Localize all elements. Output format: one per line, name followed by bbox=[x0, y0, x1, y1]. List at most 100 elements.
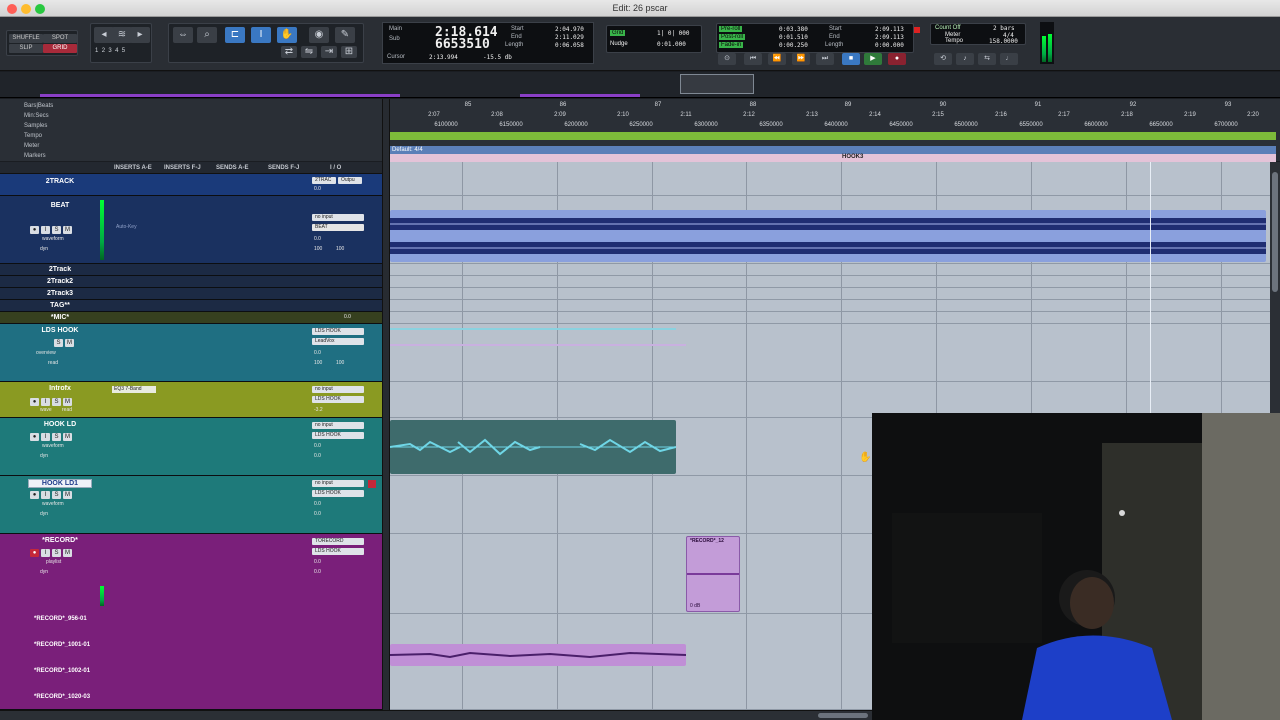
lane-2track[interactable] bbox=[390, 174, 1276, 196]
insert-slot[interactable]: Auto-Key bbox=[116, 224, 137, 230]
track-output[interactable]: BEAT bbox=[312, 224, 364, 231]
tracklist-divider[interactable] bbox=[382, 99, 390, 710]
track-automation[interactable]: dyn bbox=[40, 511, 48, 517]
track-name[interactable]: Introfx bbox=[28, 385, 92, 392]
track-output[interactable]: LDS HOOK bbox=[312, 432, 364, 439]
track-volume[interactable]: 0.0 bbox=[314, 443, 321, 449]
track-output[interactable]: LeadVox bbox=[312, 338, 364, 345]
playlist-lane-name[interactable]: *RECORD*_956-01 bbox=[34, 616, 87, 622]
selection-end-value[interactable]: 2:11.029 bbox=[555, 34, 584, 41]
record-clip-gain[interactable]: 0 dB bbox=[690, 603, 700, 609]
track-tag[interactable]: TAG** bbox=[0, 300, 382, 312]
track-input[interactable]: no input bbox=[312, 480, 364, 487]
track-view[interactable]: waveform bbox=[42, 501, 64, 507]
track-pan-right[interactable]: 100 bbox=[336, 360, 344, 366]
track-name[interactable]: BEAT bbox=[28, 202, 92, 209]
count-off-label[interactable]: Count Off bbox=[935, 25, 961, 31]
zoomer-tool-icon[interactable]: ⇔ bbox=[173, 27, 193, 43]
track-introfx[interactable]: Introfx ● I S M wave read EQ3 7-Band no inp… bbox=[0, 382, 382, 418]
track-name[interactable]: LDS HOOK bbox=[28, 327, 92, 334]
record-enable-button[interactable]: ● bbox=[30, 433, 39, 441]
track-pan[interactable]: 100 bbox=[314, 360, 322, 366]
shuffle-mode-button[interactable]: SHUFFLE bbox=[9, 34, 43, 43]
insert-slot[interactable]: EQ3 7-Band bbox=[112, 386, 156, 393]
track-volume[interactable]: 0.0 bbox=[314, 501, 321, 507]
lds-hook-clip-line[interactable] bbox=[390, 344, 686, 346]
fadein-value[interactable]: 0:00.250 bbox=[779, 42, 808, 49]
track-pan[interactable]: 0.0 bbox=[314, 569, 321, 575]
record-icon[interactable]: ● bbox=[888, 53, 906, 65]
tab-to-transient-icon[interactable]: ⇥ bbox=[321, 46, 337, 58]
mute-button[interactable]: M bbox=[63, 226, 72, 234]
fadein-label[interactable]: Fade-in bbox=[719, 42, 744, 48]
track-output[interactable]: LDS HOOK bbox=[312, 548, 364, 555]
play-icon[interactable]: ▶ bbox=[864, 53, 882, 65]
track-automation[interactable]: read bbox=[62, 407, 72, 413]
track-output[interactable]: LDS HOOK bbox=[312, 490, 364, 497]
record-safe-icon[interactable] bbox=[368, 480, 376, 488]
selection-start-value[interactable]: 2:04.970 bbox=[555, 26, 584, 33]
lane-tag[interactable] bbox=[390, 300, 1276, 312]
zoom-in-icon[interactable]: ▸ bbox=[130, 27, 150, 43]
track-name[interactable]: 2TRACK bbox=[28, 178, 92, 185]
rewind-icon[interactable]: ⏪ bbox=[768, 53, 786, 65]
track-hook-ld[interactable]: HOOK LD ● I S M waveform dyn no input LDS H… bbox=[0, 418, 382, 476]
solo-button[interactable]: S bbox=[52, 491, 61, 499]
track-output[interactable]: LDS HOOK bbox=[312, 396, 364, 403]
track-view[interactable]: waveform bbox=[42, 443, 64, 449]
track-name[interactable]: 2Track2 bbox=[28, 278, 92, 285]
fast-forward-icon[interactable]: ⏩ bbox=[792, 53, 810, 65]
sub-counter-value[interactable]: 6653510 bbox=[435, 37, 490, 52]
zoom-preset-3[interactable]: 3 bbox=[108, 48, 111, 54]
track-view[interactable]: wave bbox=[40, 407, 52, 413]
slip-mode-button[interactable]: SLIP bbox=[9, 44, 43, 53]
track-pan[interactable]: 0.0 bbox=[314, 511, 321, 517]
mute-button[interactable]: M bbox=[63, 398, 72, 406]
zoom-preset-4[interactable]: 4 bbox=[115, 48, 118, 54]
solo-button[interactable]: S bbox=[52, 226, 61, 234]
playlist-lane-name[interactable]: *RECORD*_1002-01 bbox=[34, 668, 90, 674]
mute-button[interactable]: M bbox=[63, 433, 72, 441]
midi-merge-icon[interactable]: ⇆ bbox=[978, 53, 996, 65]
record-enable-button[interactable]: ● bbox=[30, 398, 39, 406]
zoom-preset-2[interactable]: 2 bbox=[102, 48, 105, 54]
go-to-end-icon[interactable]: ⏭ bbox=[816, 53, 834, 65]
track-input[interactable]: no input bbox=[312, 386, 364, 393]
beat-audio-clip[interactable] bbox=[390, 210, 1266, 262]
track-beat[interactable]: BEAT ● I S M waveform dyn Auto-Key no input… bbox=[0, 196, 382, 264]
smart-tool-icon[interactable]: ⇄ bbox=[281, 46, 297, 58]
tempo-ruler[interactable] bbox=[390, 132, 1276, 140]
track-record[interactable]: *RECORD* ● I S M playlist dyn TORECORD LDS … bbox=[0, 534, 382, 710]
conductor-icon[interactable]: ♩ bbox=[1000, 53, 1018, 65]
link-track-icon[interactable]: ⊞ bbox=[341, 46, 357, 58]
input-monitor-button[interactable]: I bbox=[41, 398, 50, 406]
record-length-value[interactable]: 0:00.000 bbox=[875, 42, 904, 49]
scrubber-tool-icon[interactable]: ◉ bbox=[309, 27, 329, 43]
postroll-label[interactable]: Post-roll bbox=[719, 34, 746, 40]
mute-button[interactable]: M bbox=[65, 339, 74, 347]
track-automation[interactable]: read bbox=[48, 360, 58, 366]
grid-label[interactable]: Grid bbox=[610, 30, 626, 36]
track-2track[interactable]: 2TRACK 2TRAC Outpu 0.0 bbox=[0, 174, 382, 196]
track-input[interactable]: no input bbox=[312, 214, 364, 221]
waveform-zoom-icon[interactable]: ≋ bbox=[112, 27, 132, 43]
track-hook-ld1[interactable]: HOOK LD1 ● I S M waveform dyn no input LDS … bbox=[0, 476, 382, 534]
track-view[interactable]: overview bbox=[36, 350, 56, 356]
track-2track-alt[interactable]: 2Track bbox=[0, 264, 382, 276]
vertical-scroll-thumb[interactable] bbox=[1272, 172, 1278, 292]
solo-button[interactable]: S bbox=[52, 549, 61, 557]
track-view[interactable]: waveform bbox=[42, 236, 64, 242]
minsecs-ruler[interactable]: 2:07 2:08 2:09 2:10 2:11 2:12 2:13 2:14 2:15 2:16… bbox=[390, 112, 1276, 122]
selection-length-value[interactable]: 0:06.058 bbox=[555, 42, 584, 49]
lane-mic[interactable] bbox=[390, 312, 1276, 324]
input-monitor-button[interactable]: I bbox=[41, 433, 50, 441]
markers-ruler[interactable]: HOOK3 bbox=[390, 154, 1276, 162]
lane-2track-alt[interactable] bbox=[390, 264, 1276, 276]
return-to-zero-icon[interactable]: ⏮ bbox=[744, 53, 762, 65]
record-enable-button[interactable]: ● bbox=[30, 226, 39, 234]
solo-button[interactable]: S bbox=[54, 339, 63, 347]
track-2track3[interactable]: 2Track3 bbox=[0, 288, 382, 300]
tempo-label[interactable]: Tempo bbox=[945, 38, 963, 44]
universe-overview[interactable] bbox=[0, 72, 1280, 98]
track-name[interactable]: HOOK LD bbox=[28, 421, 92, 428]
